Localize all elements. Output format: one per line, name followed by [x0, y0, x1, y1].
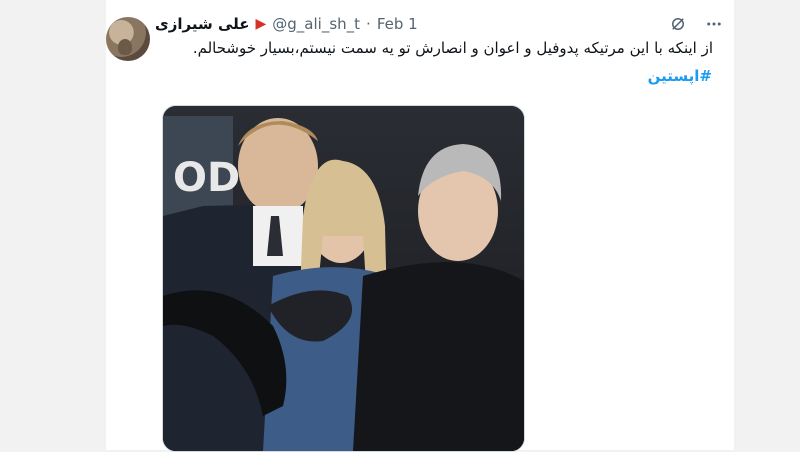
- author-handle[interactable]: @g_ali_sh_t: [272, 15, 360, 33]
- separator-dot: ·: [366, 15, 371, 33]
- tweet-photo[interactable]: OD: [162, 105, 525, 452]
- hashtag-link[interactable]: #اپستین: [648, 67, 712, 85]
- photo-image: OD: [163, 106, 524, 451]
- tweet-actions-top: [668, 14, 724, 34]
- post-date[interactable]: Feb 1: [377, 15, 418, 33]
- svg-text:OD: OD: [173, 155, 240, 201]
- red-flag-icon: ▶: [255, 16, 267, 32]
- tweet-header: علی شیرازی ▶ @g_ali_sh_t · Feb 1: [155, 13, 418, 35]
- avatar[interactable]: [106, 17, 150, 61]
- author-name[interactable]: علی شیرازی: [155, 15, 250, 33]
- grok-icon[interactable]: [668, 14, 688, 34]
- more-icon[interactable]: [704, 14, 724, 34]
- tweet-text: از اینکه با این مرتیکه پدوفیل و اعوان و …: [192, 39, 713, 57]
